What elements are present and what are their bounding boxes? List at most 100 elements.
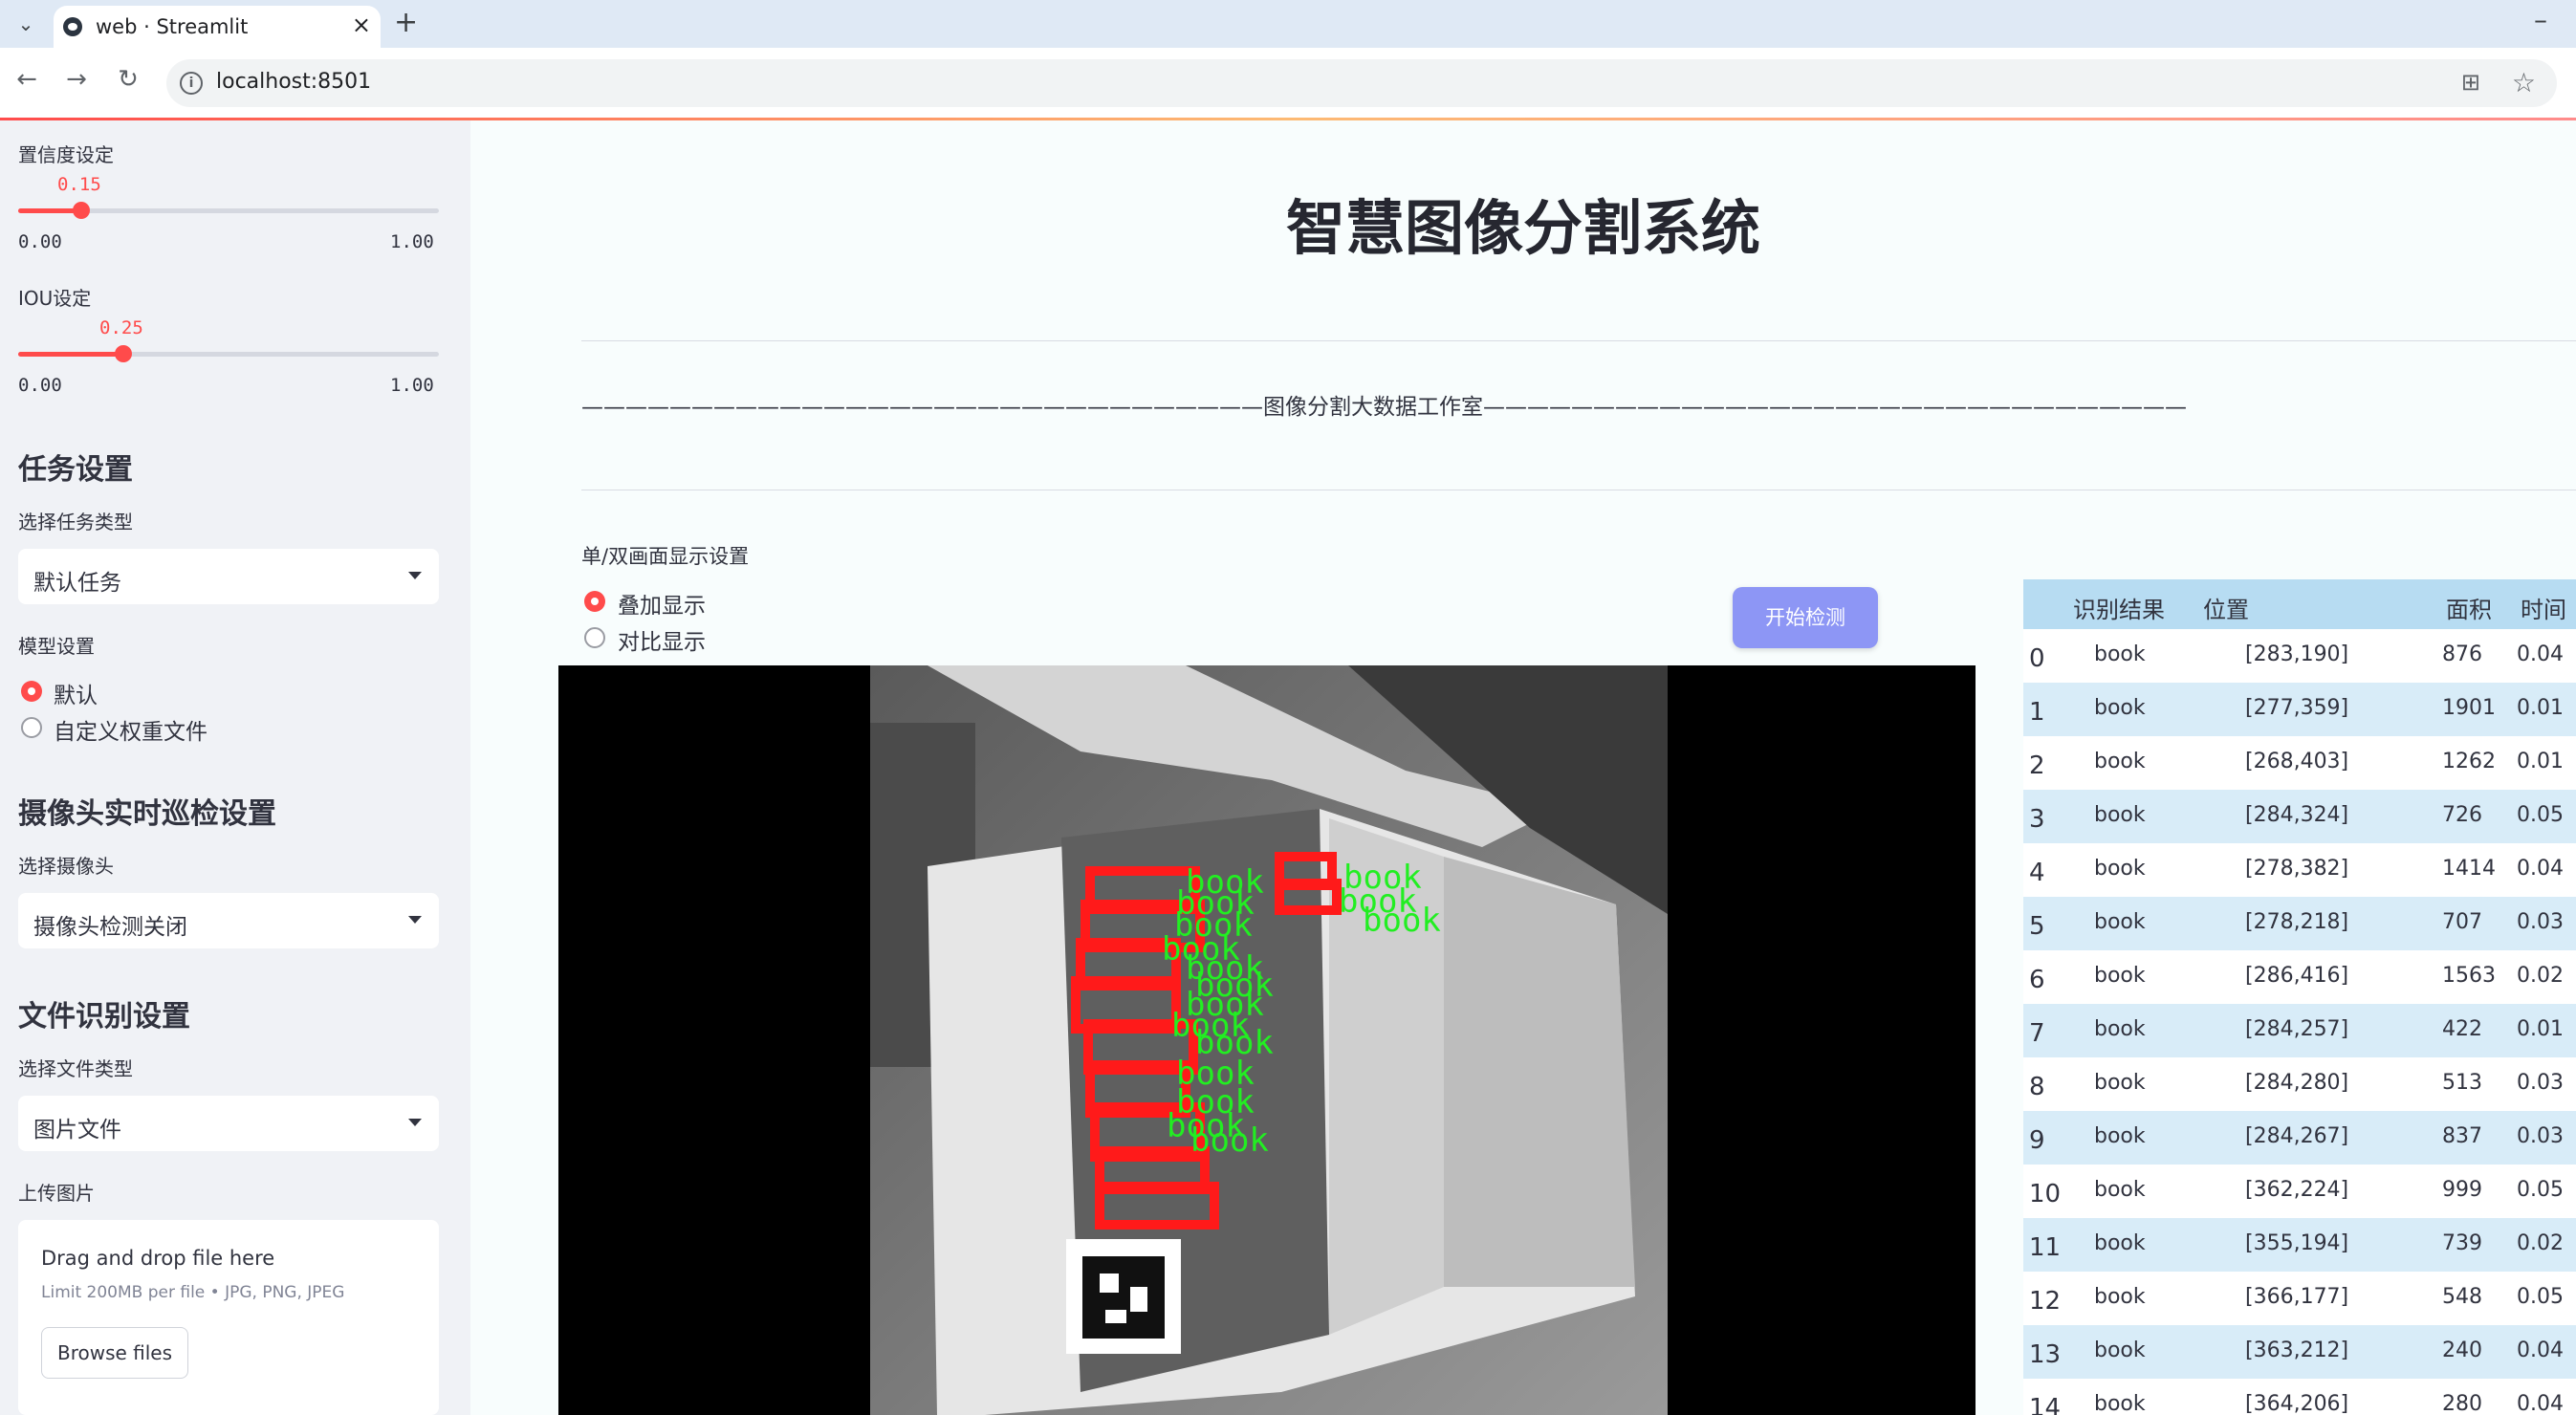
- cell-time: 0.04: [2517, 642, 2564, 666]
- camera-select[interactable]: 摄像头检测关闭: [18, 893, 439, 948]
- cell-position: [366,177]: [2245, 1285, 2349, 1309]
- model-radio-default[interactable]: [21, 681, 42, 702]
- row-index: 0: [2029, 644, 2045, 673]
- file-type-select[interactable]: 图片文件: [18, 1096, 439, 1151]
- table-row[interactable]: 10 book [362,224] 999 0.05: [2023, 1165, 2576, 1218]
- iou-slider-thumb[interactable]: [115, 345, 132, 362]
- cell-result: book: [2094, 750, 2146, 773]
- iou-value: 0.25: [99, 317, 143, 338]
- table-row[interactable]: 3 book [284,324] 726 0.05: [2023, 790, 2576, 843]
- file-type-label: 选择文件类型: [18, 1057, 133, 1080]
- table-row[interactable]: 4 book [278,382] 1414 0.04: [2023, 843, 2576, 897]
- tab-close-icon[interactable]: ×: [352, 11, 371, 38]
- iou-slider-fill: [18, 352, 123, 357]
- row-index: 6: [2029, 966, 2045, 994]
- table-row[interactable]: 9 book [284,267] 837 0.03: [2023, 1111, 2576, 1165]
- cell-position: [268,403]: [2245, 750, 2349, 773]
- cell-area: 422: [2442, 1017, 2482, 1041]
- address-bar[interactable]: i localhost:8501 ⊞ ☆: [166, 59, 2557, 107]
- new-tab-plus-icon[interactable]: +: [394, 6, 418, 39]
- cell-time: 0.03: [2517, 1124, 2564, 1148]
- cell-area: 1563: [2442, 964, 2496, 988]
- tab-list-chevron-icon[interactable]: ⌄: [10, 8, 42, 40]
- cell-position: [278,218]: [2245, 910, 2349, 934]
- cell-result: book: [2094, 1017, 2146, 1041]
- reload-icon[interactable]: ↻: [111, 65, 145, 94]
- task-settings-heading: 任务设置: [18, 453, 133, 487]
- header-area[interactable]: 面积: [2446, 591, 2492, 624]
- cell-position: [284,267]: [2245, 1124, 2349, 1148]
- table-row[interactable]: 11 book [355,194] 739 0.02: [2023, 1218, 2576, 1272]
- chevron-down-icon: [408, 572, 422, 579]
- row-index: 4: [2029, 859, 2045, 887]
- cell-time: 0.01: [2517, 696, 2564, 720]
- display-radio-compare[interactable]: [584, 627, 605, 648]
- table-row[interactable]: 5 book [278,218] 707 0.03: [2023, 897, 2576, 950]
- table-row[interactable]: 8 book [284,280] 513 0.03: [2023, 1057, 2576, 1111]
- header-time[interactable]: 时间: [2521, 591, 2566, 624]
- chevron-down-icon: [408, 916, 422, 924]
- table-row[interactable]: 6 book [286,416] 1563 0.02: [2023, 950, 2576, 1004]
- model-option-default[interactable]: 默认: [54, 677, 98, 709]
- forward-arrow-icon[interactable]: →: [59, 65, 94, 94]
- translate-icon[interactable]: ⊞: [2461, 69, 2480, 96]
- cell-time: 0.04: [2517, 1339, 2564, 1362]
- confidence-slider-thumb[interactable]: [73, 202, 90, 219]
- iou-max: 1.00: [390, 375, 434, 396]
- table-row[interactable]: 7 book [284,257] 422 0.01: [2023, 1004, 2576, 1057]
- cell-time: 0.05: [2517, 1178, 2564, 1202]
- browser-tab[interactable]: web · Streamlit ×: [54, 6, 381, 48]
- model-radio-custom[interactable]: [21, 717, 42, 738]
- camera-select-label: 选择摄像头: [18, 855, 114, 878]
- studio-banner: ———————————————————————————————图像分割大数据工作…: [581, 395, 2187, 420]
- results-table[interactable]: 识别结果 位置 面积 时间 0 book [283,190] 876 0.04 1 book…: [2023, 579, 2576, 1415]
- page-title: 智慧图像分割系统: [1285, 193, 1760, 263]
- iou-label: IOU设定: [18, 287, 92, 310]
- row-index: 12: [2029, 1287, 2062, 1316]
- site-info-icon[interactable]: i: [180, 72, 203, 95]
- header-position[interactable]: 位置: [2203, 591, 2249, 624]
- iou-slider[interactable]: [18, 345, 439, 362]
- confidence-label: 置信度设定: [18, 143, 114, 166]
- camera-settings-heading: 摄像头实时巡检设置: [18, 797, 276, 831]
- bookmark-star-icon[interactable]: ☆: [2512, 67, 2536, 98]
- iou-min: 0.00: [18, 375, 62, 396]
- browse-files-button[interactable]: Browse files: [41, 1327, 188, 1379]
- cell-position: [355,194]: [2245, 1231, 2349, 1255]
- sidebar: 置信度设定 0.15 0.00 1.00 IOU设定 0.25 0.00 1.0…: [0, 120, 470, 1415]
- url-text[interactable]: localhost:8501: [216, 70, 371, 94]
- cell-time: 0.05: [2517, 803, 2564, 827]
- model-option-custom[interactable]: 自定义权重文件: [54, 713, 207, 746]
- start-detection-button[interactable]: 开始检测: [1733, 587, 1878, 648]
- row-index: 2: [2029, 751, 2045, 780]
- display-option-overlay[interactable]: 叠加显示: [618, 587, 706, 620]
- header-result[interactable]: 识别结果: [2073, 591, 2165, 624]
- back-arrow-icon[interactable]: ←: [10, 65, 44, 94]
- task-type-label: 选择任务类型: [18, 511, 133, 533]
- cell-result: book: [2094, 642, 2146, 666]
- divider-top: [581, 340, 2576, 341]
- cell-position: [364,206]: [2245, 1392, 2349, 1415]
- confidence-value: 0.15: [57, 174, 101, 195]
- cell-position: [362,224]: [2245, 1178, 2349, 1202]
- table-row[interactable]: 0 book [283,190] 876 0.04: [2023, 629, 2576, 683]
- table-row[interactable]: 14 book [364,206] 280 0.04: [2023, 1379, 2576, 1415]
- table-row[interactable]: 1 book [277,359] 1901 0.01: [2023, 683, 2576, 736]
- confidence-slider[interactable]: [18, 202, 439, 219]
- cell-time: 0.04: [2517, 857, 2564, 881]
- table-row[interactable]: 2 book [268,403] 1262 0.01: [2023, 736, 2576, 790]
- table-row[interactable]: 13 book [363,212] 240 0.04: [2023, 1325, 2576, 1379]
- cell-position: [278,382]: [2245, 857, 2349, 881]
- confidence-max: 1.00: [390, 231, 434, 252]
- cell-area: 1901: [2442, 696, 2496, 720]
- window-minimize-icon[interactable]: –: [2534, 4, 2547, 35]
- display-radio-overlay[interactable]: [584, 591, 605, 612]
- browser-tab-strip: ⌄ web · Streamlit × + –: [0, 0, 2576, 48]
- file-uploader-dropzone[interactable]: Drag and drop file here Limit 200MB per …: [18, 1220, 439, 1415]
- task-type-value: 默认任务: [33, 571, 121, 596]
- display-option-compare[interactable]: 对比显示: [618, 623, 706, 656]
- cell-result: book: [2094, 1071, 2146, 1095]
- task-type-select[interactable]: 默认任务: [18, 549, 439, 604]
- cell-result: book: [2094, 910, 2146, 934]
- table-row[interactable]: 12 book [366,177] 548 0.05: [2023, 1272, 2576, 1325]
